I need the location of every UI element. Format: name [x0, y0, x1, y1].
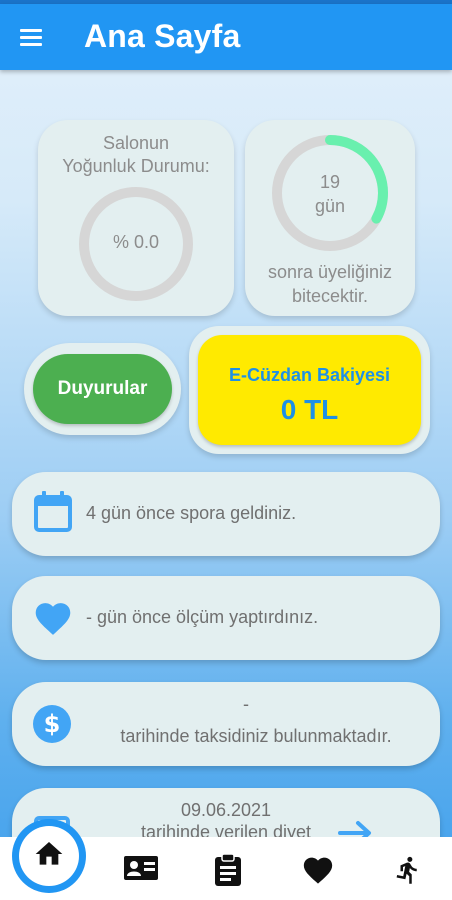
nav-clipboard[interactable]: [196, 837, 256, 900]
hamburger-menu-icon[interactable]: [20, 26, 46, 48]
wallet-amount: 0 TL: [280, 394, 339, 425]
page-title: Ana Sayfa: [84, 18, 241, 54]
membership-days: 19 gün: [314, 172, 346, 216]
nav-workout[interactable]: [376, 837, 436, 900]
running-person-icon: [396, 856, 417, 884]
diet-date: 09.06.2021: [180, 800, 272, 820]
density-card: Salonun Yoğunluk Durumu: % 0.0: [38, 120, 234, 316]
last-measurement-text: - gün önce ölçüm yaptırdınız.: [86, 607, 319, 627]
installment-date: -: [243, 694, 249, 714]
home-icon: [35, 842, 63, 865]
wallet-title: E-Cüzdan Bakiyesi: [228, 365, 391, 385]
last-measurement-card[interactable]: - gün önce ölçüm yaptırdınız.: [12, 576, 440, 660]
nav-health[interactable]: [284, 837, 344, 900]
wallet-container: E-Cüzdan Bakiyesi 0 TL: [189, 326, 430, 454]
density-title: Salonun Yoğunluk Durumu:: [62, 133, 210, 176]
heart-icon: [35, 603, 71, 635]
heart-icon: [303, 857, 333, 884]
contact-card-icon: [124, 856, 158, 880]
nav-home[interactable]: [19, 826, 79, 886]
announcements-button[interactable]: Duyurular: [33, 354, 172, 424]
installment-text: tarihinde taksidiniz bulunmaktadır.: [120, 726, 392, 746]
wallet-balance-button[interactable]: E-Cüzdan Bakiyesi 0 TL: [198, 335, 421, 445]
calendar-icon: [34, 491, 72, 532]
membership-card: 19 gün sonra üyeliğiniz bitecektir.: [245, 120, 415, 316]
clipboard-icon: [215, 853, 241, 886]
app-bar: Ana Sayfa: [0, 4, 452, 70]
last-visit-text: 4 gün önce spora geldiniz.: [86, 503, 297, 523]
last-visit-card[interactable]: 4 gün önce spora geldiniz.: [12, 472, 440, 556]
nav-contact[interactable]: [106, 837, 166, 900]
membership-text: sonra üyeliğiniz bitecektir.: [267, 262, 393, 306]
installment-card[interactable]: $ - tarihinde taksidiniz bulunmaktadır.: [12, 682, 440, 766]
announcements-container: Duyurular: [24, 343, 181, 435]
density-value: % 0.0: [112, 232, 160, 252]
